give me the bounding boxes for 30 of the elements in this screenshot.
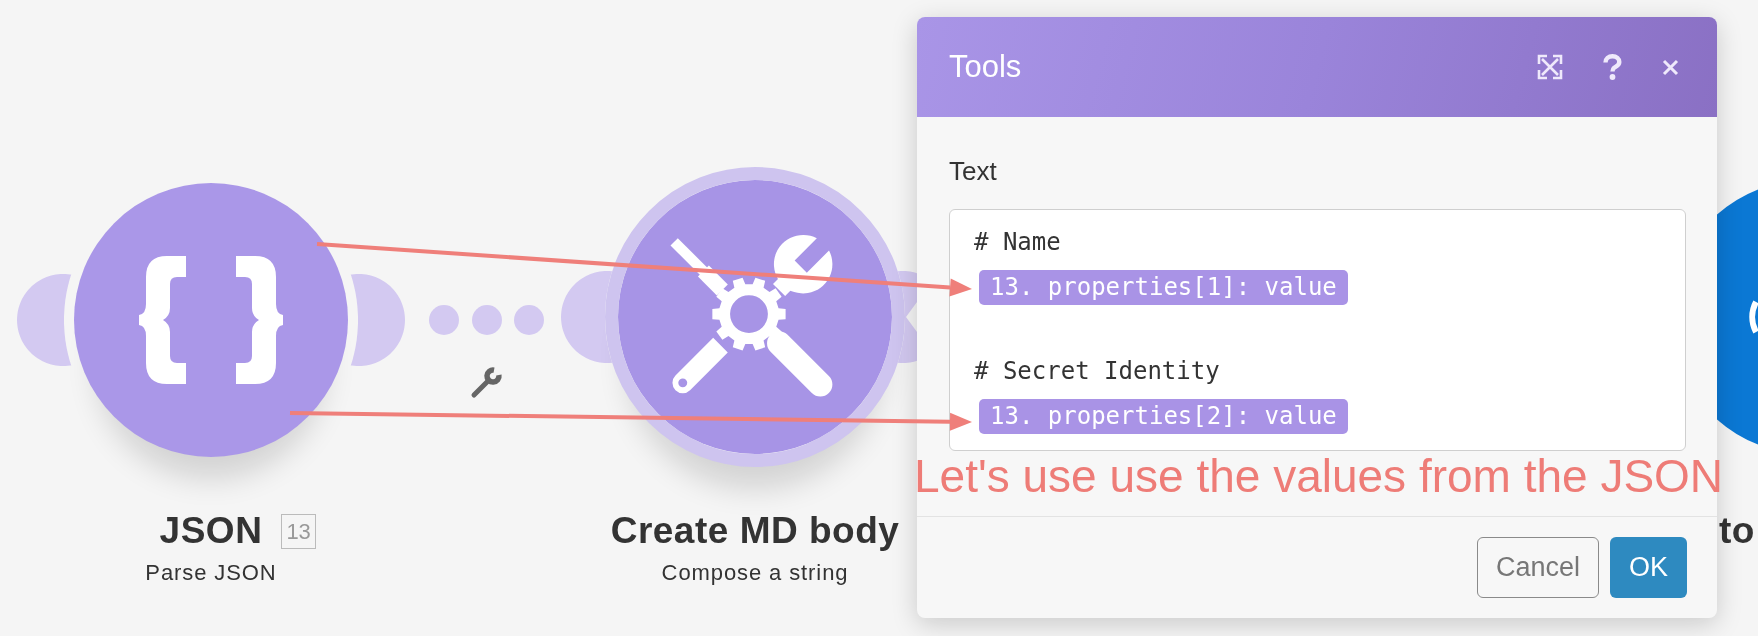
ok-button[interactable]: OK <box>1610 537 1687 598</box>
connection-handle[interactable] <box>17 274 72 366</box>
module-title: to <box>1719 509 1755 553</box>
module-subtitle: Compose a string <box>661 560 849 586</box>
close-icon[interactable] <box>1662 58 1679 76</box>
module-title: Create MD body <box>610 509 900 553</box>
field-text: # Secret Identity <box>974 356 1220 387</box>
text-field[interactable]: # Name 13. properties[1]: value # Secret Identity 13. properties[2]: value <box>949 209 1686 451</box>
module-subtitle: Parse JSON <box>145 560 277 586</box>
wrench-icon[interactable] <box>471 367 502 398</box>
expand-icon[interactable] <box>1537 54 1563 80</box>
module-title: JSON <box>159 509 263 553</box>
braces-icon <box>139 256 283 384</box>
connection-handle[interactable] <box>897 270 917 364</box>
variable-token: 13. properties[2]: value <box>979 399 1348 434</box>
module-node[interactable] <box>1717 189 1758 445</box>
connection-handle[interactable] <box>350 274 405 366</box>
annotation-text: Let's use use the values from the JSON <box>914 453 1724 499</box>
connector-dot <box>514 305 544 335</box>
arc-icon <box>1749 300 1758 334</box>
field-text: # Name <box>974 227 1061 258</box>
connector-dot <box>472 305 502 335</box>
variable-token: 13. properties[1]: value <box>979 270 1348 305</box>
connection-handle[interactable] <box>561 270 613 364</box>
field-label: Text <box>949 156 998 186</box>
module-id-badge: 13 <box>281 513 316 549</box>
dialog-title: Tools <box>949 49 1023 85</box>
cancel-button[interactable]: Cancel <box>1476 537 1599 598</box>
help-icon[interactable] <box>1601 54 1624 80</box>
connector-dot <box>429 305 459 335</box>
